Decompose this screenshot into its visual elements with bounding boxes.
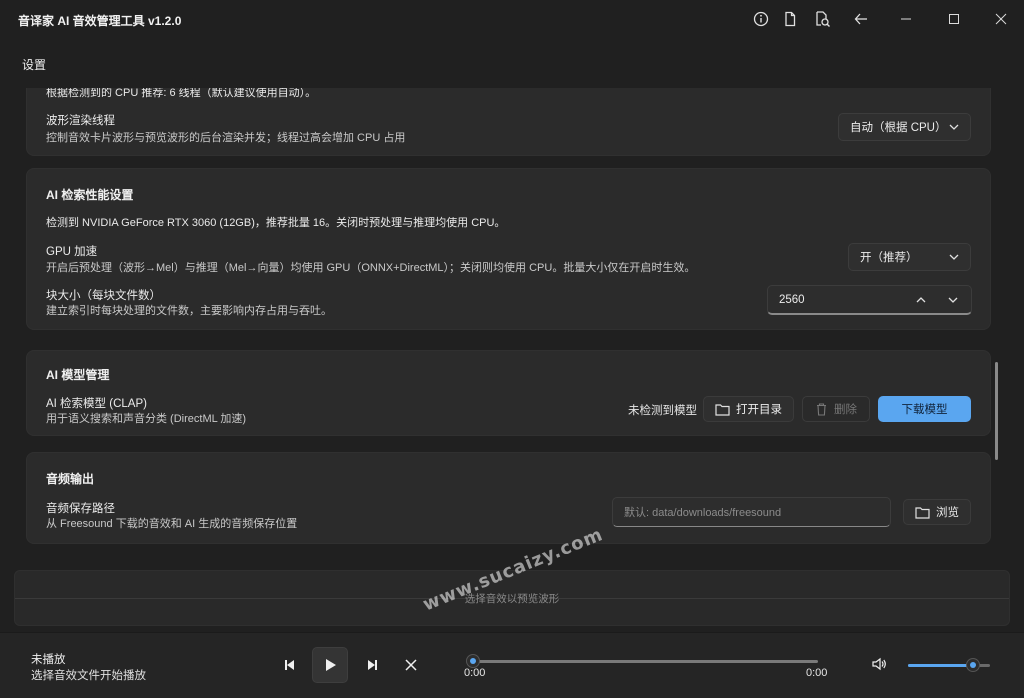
chevron-up-icon[interactable] — [914, 293, 928, 307]
audio-output-title: 音频输出 — [46, 472, 95, 486]
next-icon — [368, 660, 377, 670]
chevron-down-icon — [949, 124, 959, 130]
back-arrow-icon[interactable] — [851, 9, 871, 29]
audio-output-card: 音频输出 音频保存路径 从 Freesound 下载的音效和 AI 生成的音频保… — [26, 452, 991, 544]
close-icon — [995, 13, 1007, 25]
download-model-button[interactable]: 下载模型 — [878, 396, 971, 422]
chunk-size-label: 块大小（每块文件数） — [46, 290, 161, 302]
save-path-desc: 从 Freesound 下载的音效和 AI 生成的音频保存位置 — [46, 518, 298, 530]
chevron-down-icon[interactable] — [946, 293, 960, 307]
ai-perf-title: AI 检索性能设置 — [46, 188, 134, 202]
open-dir-button[interactable]: 打开目录 — [703, 396, 794, 422]
chevron-down-icon — [949, 254, 959, 260]
previous-icon — [285, 660, 294, 670]
chunk-size-desc: 建立索引时每块处理的文件数，主要影响内存占用与吞吐。 — [46, 305, 332, 317]
browse-label: 浏览 — [936, 507, 959, 519]
delete-model-button[interactable]: 删除 — [802, 396, 870, 422]
gpu-accel-label: GPU 加速 — [46, 246, 98, 258]
save-path-placeholder: 默认: data/downloads/freesound — [624, 507, 782, 519]
cpu-settings-card: 根据检测到的 CPU 推荐: 6 线程（默认建议使用自动）。 波形渲染线程 控制… — [26, 88, 991, 156]
download-model-label: 下载模型 — [901, 404, 948, 416]
delete-model-label: 删除 — [834, 404, 857, 416]
time-current: 0:00 — [464, 667, 486, 679]
cpu-recommend-text: 根据检测到的 CPU 推荐: 6 线程（默认建议使用自动）。 — [46, 88, 317, 99]
progress-track[interactable] — [473, 660, 818, 663]
chunk-size-spinbox[interactable]: 2560 — [767, 285, 972, 315]
gpu-detect-text: 检测到 NVIDIA GeForce RTX 3060 (12GB)，推荐批量 … — [46, 217, 506, 229]
chunk-size-value: 2560 — [779, 294, 805, 306]
player-bar: 未播放 选择音效文件开始播放 0:00 0:00 — [0, 632, 1024, 698]
ai-model-title: AI 模型管理 — [46, 368, 110, 382]
trash-icon — [817, 403, 826, 416]
stop-button[interactable] — [401, 655, 421, 675]
page-title: 设置 — [22, 58, 47, 72]
time-total: 0:00 — [806, 667, 828, 679]
app-title: 音译家 AI 音效管理工具 v1.2.0 — [18, 14, 182, 28]
next-button[interactable] — [362, 655, 382, 675]
minimize-button[interactable] — [893, 6, 919, 32]
gpu-accel-select[interactable]: 开（推荐） — [848, 243, 971, 271]
waveform-threads-select[interactable]: 自动（根据 CPU） — [838, 113, 971, 141]
play-icon — [326, 659, 336, 671]
waveform-threads-label: 波形渲染线程 — [46, 115, 115, 127]
play-button[interactable] — [312, 647, 348, 683]
maximize-icon — [949, 14, 959, 24]
folder-icon — [715, 403, 730, 416]
info-icon[interactable] — [751, 9, 771, 29]
volume-button[interactable] — [870, 655, 888, 673]
folder-icon — [915, 506, 930, 519]
gpu-accel-value: 开（推荐） — [860, 252, 918, 264]
previous-button[interactable] — [280, 655, 300, 675]
title-bar: 音译家 AI 音效管理工具 v1.2.0 — [0, 0, 1024, 38]
volume-fill — [908, 664, 974, 667]
settings-scroll-area[interactable]: 根据检测到的 CPU 推荐: 6 线程（默认建议使用自动）。 波形渲染线程 控制… — [0, 88, 1024, 558]
now-playing-subtitle: 选择音效文件开始播放 — [31, 670, 146, 682]
waveform-threads-value: 自动（根据 CPU） — [850, 122, 947, 134]
save-path-input[interactable]: 默认: data/downloads/freesound — [612, 497, 891, 527]
browse-button[interactable]: 浏览 — [903, 499, 971, 525]
model-status: 未检测到模型 — [628, 405, 697, 417]
now-playing-title: 未播放 — [31, 654, 66, 666]
clap-model-desc: 用于语义搜索和声音分类 (DirectML 加速) — [46, 413, 247, 425]
progress-thumb[interactable] — [466, 654, 480, 668]
clap-model-label: AI 检索模型 (CLAP) — [46, 398, 147, 410]
waveform-hint: 选择音效以预览波形 — [464, 593, 560, 605]
open-dir-label: 打开目录 — [736, 404, 782, 416]
speaker-icon — [872, 657, 886, 671]
settings-scrollbar[interactable] — [995, 362, 998, 460]
gpu-accel-desc: 开启后预处理（波形→Mel）与推理（Mel→向量）均使用 GPU（ONNX+Di… — [46, 262, 696, 274]
close-button[interactable] — [988, 6, 1014, 32]
minimize-icon — [901, 18, 911, 20]
search-file-icon[interactable] — [812, 9, 832, 29]
save-path-label: 音频保存路径 — [46, 503, 115, 515]
ai-model-card: AI 模型管理 AI 检索模型 (CLAP) 用于语义搜索和声音分类 (Dire… — [26, 350, 991, 436]
close-icon — [405, 659, 417, 671]
waveform-threads-desc: 控制音效卡片波形与预览波形的后台渲染并发；线程过高会增加 CPU 占用 — [46, 132, 406, 144]
volume-thumb[interactable] — [966, 658, 980, 672]
ai-perf-card: AI 检索性能设置 检测到 NVIDIA GeForce RTX 3060 (1… — [26, 168, 991, 330]
maximize-button[interactable] — [941, 6, 967, 32]
document-icon[interactable] — [780, 9, 800, 29]
